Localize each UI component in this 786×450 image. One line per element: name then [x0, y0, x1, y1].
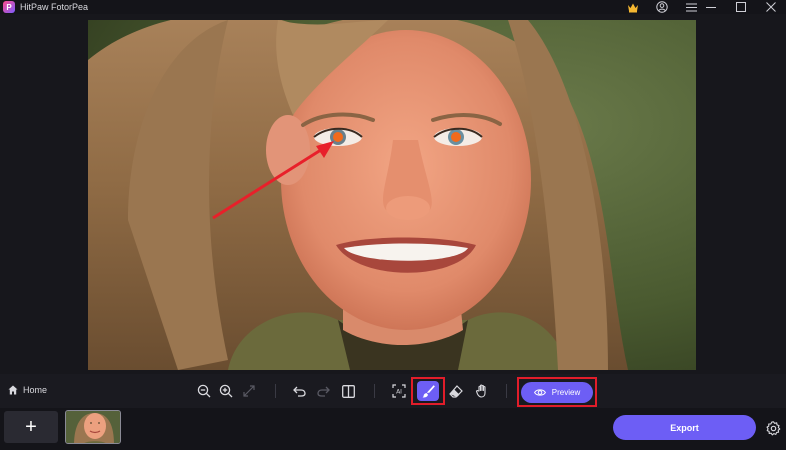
brush-button[interactable] [417, 381, 439, 401]
close-icon[interactable] [756, 0, 786, 14]
toolbar-separator [374, 384, 375, 398]
preview-button[interactable]: Preview [521, 381, 593, 403]
minimize-icon[interactable] [696, 0, 726, 14]
user-icon[interactable] [647, 0, 677, 14]
maximize-icon[interactable] [726, 0, 756, 14]
app-title: HitPaw FotorPea [20, 2, 89, 12]
settings-gear-icon[interactable] [764, 419, 782, 437]
title-bar: P HitPaw FotorPea [0, 0, 786, 14]
svg-text:AI: AI [396, 389, 402, 396]
plus-icon: + [25, 415, 37, 438]
home-icon [8, 385, 18, 395]
toolbar-separator [275, 384, 276, 398]
add-image-button[interactable]: + [4, 411, 58, 443]
fit-screen-icon[interactable] [240, 382, 258, 400]
brush-tool-highlight [411, 377, 445, 405]
preview-highlight: Preview [517, 377, 597, 407]
compare-icon[interactable] [339, 382, 357, 400]
brush-icon [422, 384, 435, 398]
zoom-out-icon[interactable] [195, 382, 213, 400]
home-label: Home [23, 385, 48, 395]
eye-icon [533, 388, 546, 396]
logo-letter: P [6, 2, 12, 12]
eraser-icon[interactable] [447, 382, 465, 400]
toolbar-separator [506, 384, 507, 398]
bottom-bar: + Export [0, 408, 786, 450]
app-window: P HitPaw FotorPea Home AI Preview + Expo… [0, 0, 786, 450]
zoom-in-icon[interactable] [217, 382, 235, 400]
image-thumbnail[interactable] [65, 410, 121, 444]
app-logo-icon: P [3, 1, 15, 13]
ai-detect-icon[interactable]: AI [390, 382, 408, 400]
export-button[interactable]: Export [613, 415, 756, 440]
undo-icon[interactable] [290, 382, 308, 400]
preview-label: Preview [551, 387, 581, 397]
redo-icon[interactable] [314, 382, 332, 400]
editor-toolbar: Home AI Preview [0, 374, 786, 408]
crown-icon[interactable] [618, 0, 648, 14]
home-button[interactable]: Home [8, 385, 47, 395]
editor-canvas[interactable] [0, 14, 786, 374]
portrait-photo[interactable] [88, 20, 696, 370]
hand-icon[interactable] [473, 382, 491, 400]
